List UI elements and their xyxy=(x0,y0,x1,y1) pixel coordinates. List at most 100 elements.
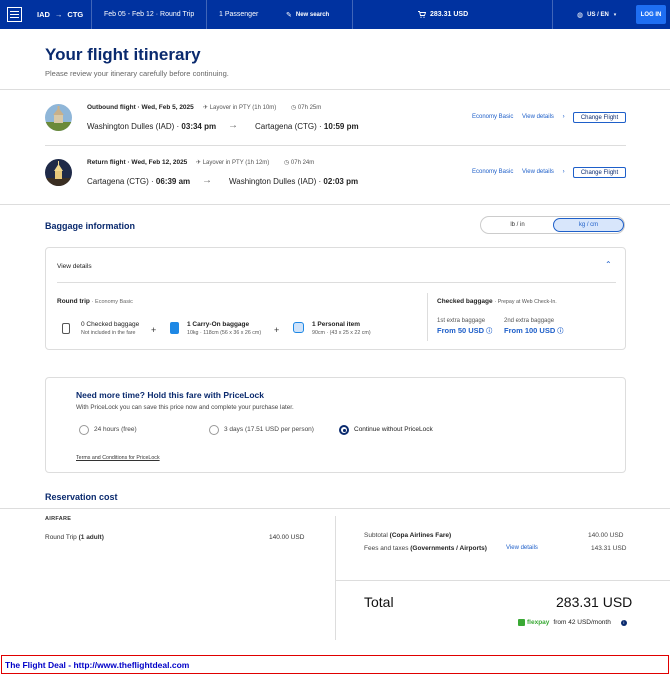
destination-code: CTG xyxy=(67,10,84,19)
chevron-down-icon: ▾ xyxy=(613,11,617,18)
return-layover: ✈ Layover in PTY (1h 12m) xyxy=(196,159,269,166)
info-icon[interactable]: ⓘ xyxy=(486,329,492,335)
return-duration: ◷ 07h 24m xyxy=(284,159,314,166)
personal-item-icon xyxy=(293,322,304,333)
outbound-layover: ✈ Layover in PTY (1h 10m) xyxy=(203,104,276,111)
duration-text: 07h 25m xyxy=(297,105,322,111)
plus-icon: + xyxy=(274,325,280,335)
new-search-button[interactable]: ✎ New search xyxy=(272,0,352,29)
view-details-label: View details xyxy=(522,114,554,120)
reservation-cost-title: Reservation cost xyxy=(45,492,118,502)
round-trip-label: Round trip · Economy Basic xyxy=(57,298,133,305)
extra-label: 1st extra baggage xyxy=(437,318,486,324)
adults-text: (1 adult) xyxy=(78,534,104,541)
divider xyxy=(336,580,670,581)
flexpay-line: flexpay from 42 USD/month i xyxy=(518,619,627,626)
carry-on-baggage-item: 1 Carry-On baggage 10kg · 118cm (56 x 36… xyxy=(187,321,261,336)
item-desc: Not included in the fare xyxy=(81,330,136,336)
login-button[interactable]: LOG IN xyxy=(636,5,666,24)
option-3-days-label[interactable]: 3 days (17.51 USD per person) xyxy=(224,426,314,433)
pricelock-terms-link[interactable]: Terms and Conditions for PriceLock xyxy=(76,455,160,461)
page-title: Your flight itinerary xyxy=(45,45,201,64)
outbound-view-details-link[interactable]: View details › xyxy=(522,114,565,120)
divider xyxy=(335,516,336,640)
arrow-right-icon: → xyxy=(202,175,212,186)
flight-date: · Wed, Feb 5, 2025 xyxy=(137,104,194,111)
flight-label: Return flight xyxy=(87,159,126,166)
pricelock-description: With PriceLock you can save this price n… xyxy=(76,404,294,411)
chevron-up-icon[interactable]: ⌃ xyxy=(605,260,612,269)
pencil-icon: ✎ xyxy=(286,11,292,19)
item-title: 1 Personal item xyxy=(312,321,361,328)
globe-icon: ◍ xyxy=(577,11,584,19)
item-title: 0 Checked baggage xyxy=(81,321,140,328)
cart-summary[interactable]: 283.31 USD xyxy=(352,0,552,29)
info-icon[interactable]: i xyxy=(620,619,627,626)
page-subtitle: Please review your itinerary carefully b… xyxy=(45,69,229,78)
new-search-label: New search xyxy=(295,11,330,18)
radio-3-days[interactable] xyxy=(209,425,219,435)
option-continue-without-label[interactable]: Continue without PriceLock xyxy=(354,426,433,433)
outbound-fare-type[interactable]: Economy Basic xyxy=(472,114,513,120)
round-trip-price: 140.00 USD xyxy=(269,534,305,541)
layover-text: Layover in PTY (1h 12m) xyxy=(202,160,270,166)
radio-continue-without[interactable] xyxy=(339,425,349,435)
unit-option-lb-in[interactable]: lb / in xyxy=(482,218,553,232)
plane-icon: ✈ xyxy=(203,105,209,111)
dates-summary[interactable]: Feb 05 - Feb 12 · Round Trip xyxy=(91,0,206,29)
cart-price: 283.31 USD xyxy=(430,11,469,18)
route-summary[interactable]: IAD → CTG xyxy=(37,0,83,29)
return-fare-type[interactable]: Economy Basic xyxy=(472,169,513,175)
subtotal-label: Subtotal xyxy=(364,532,388,539)
extra-price: From 100 USD xyxy=(504,326,556,335)
option-24-hours-label[interactable]: 24 hours (free) xyxy=(94,426,137,433)
subtotal-price: 140.00 USD xyxy=(588,532,624,539)
clock-icon: ◷ xyxy=(291,105,297,111)
change-return-flight-button[interactable]: Change Flight xyxy=(573,167,626,178)
copa-logo-icon[interactable] xyxy=(7,7,22,22)
arrow-right-icon: → xyxy=(228,120,238,131)
departure-time: 06:39 am xyxy=(155,177,191,186)
layover-text: Layover in PTY (1h 10m) xyxy=(209,105,277,111)
flight-deal-banner: The Flight Deal - http://www.theflightde… xyxy=(1,655,669,674)
fees-line: Fees and taxes (Governments / Airports) xyxy=(364,545,487,552)
chevron-right-icon: › xyxy=(562,169,565,175)
passengers-summary[interactable]: 1 Passenger xyxy=(206,0,272,29)
arrival-time: 02:03 pm xyxy=(323,177,359,186)
extra-baggage-1: 1st extra baggage From 50 USD ⓘ xyxy=(437,318,492,335)
subtotal-line: Subtotal (Copa Airlines Fare) xyxy=(364,532,451,539)
plus-icon: + xyxy=(151,325,157,335)
change-outbound-flight-button[interactable]: Change Flight xyxy=(573,112,626,123)
divider xyxy=(0,89,670,90)
arrival-city: Washington Dulles (IAD) · xyxy=(229,177,322,186)
extra-price-row: From 50 USD ⓘ xyxy=(437,326,492,335)
info-icon[interactable]: ⓘ xyxy=(557,329,563,335)
divider xyxy=(45,145,626,146)
view-details-toggle[interactable]: View details xyxy=(57,263,92,270)
checked-baggage-info: Checked baggage · Prepay at Web Check-In… xyxy=(437,298,557,305)
pricelock-card: Need more time? Hold this fare with Pric… xyxy=(45,377,626,473)
flight-deal-link[interactable]: The Flight Deal - http://www.theflightde… xyxy=(5,660,189,670)
unit-option-kg-cm[interactable]: kg / cm xyxy=(553,218,624,232)
flexpay-brand: flexpay xyxy=(527,619,550,626)
checked-title: Checked baggage xyxy=(437,298,493,305)
origin-code: IAD xyxy=(37,10,50,19)
fees-view-details-link[interactable]: View details xyxy=(506,545,538,551)
chevron-right-icon: › xyxy=(562,114,565,120)
fees-desc: (Governments / Airports) xyxy=(410,545,487,552)
locale-selector[interactable]: ◍ US / EN ▾ xyxy=(552,0,632,29)
outbound-duration: ◷ 07h 25m xyxy=(291,104,321,111)
fees-price: 143.31 USD xyxy=(591,545,627,552)
baggage-details-card: View details ⌃ Round trip · Economy Basi… xyxy=(45,247,626,350)
passengers-text: 1 Passenger xyxy=(219,11,259,18)
washington-destination-image xyxy=(45,104,72,131)
cart-icon xyxy=(418,11,426,18)
return-view-details-link[interactable]: View details › xyxy=(522,169,565,175)
flight-label: Outbound flight xyxy=(87,104,136,111)
return-arrival: Washington Dulles (IAD) · 02:03 pm xyxy=(229,177,358,186)
radio-24-hours[interactable] xyxy=(79,425,89,435)
return-departure: Cartagena (CTG) · 06:39 am xyxy=(87,177,190,186)
divider xyxy=(57,282,616,283)
subtotal-desc: (Copa Airlines Fare) xyxy=(389,532,452,539)
outbound-departure: Washington Dulles (IAD) · 03:34 pm xyxy=(87,122,216,131)
